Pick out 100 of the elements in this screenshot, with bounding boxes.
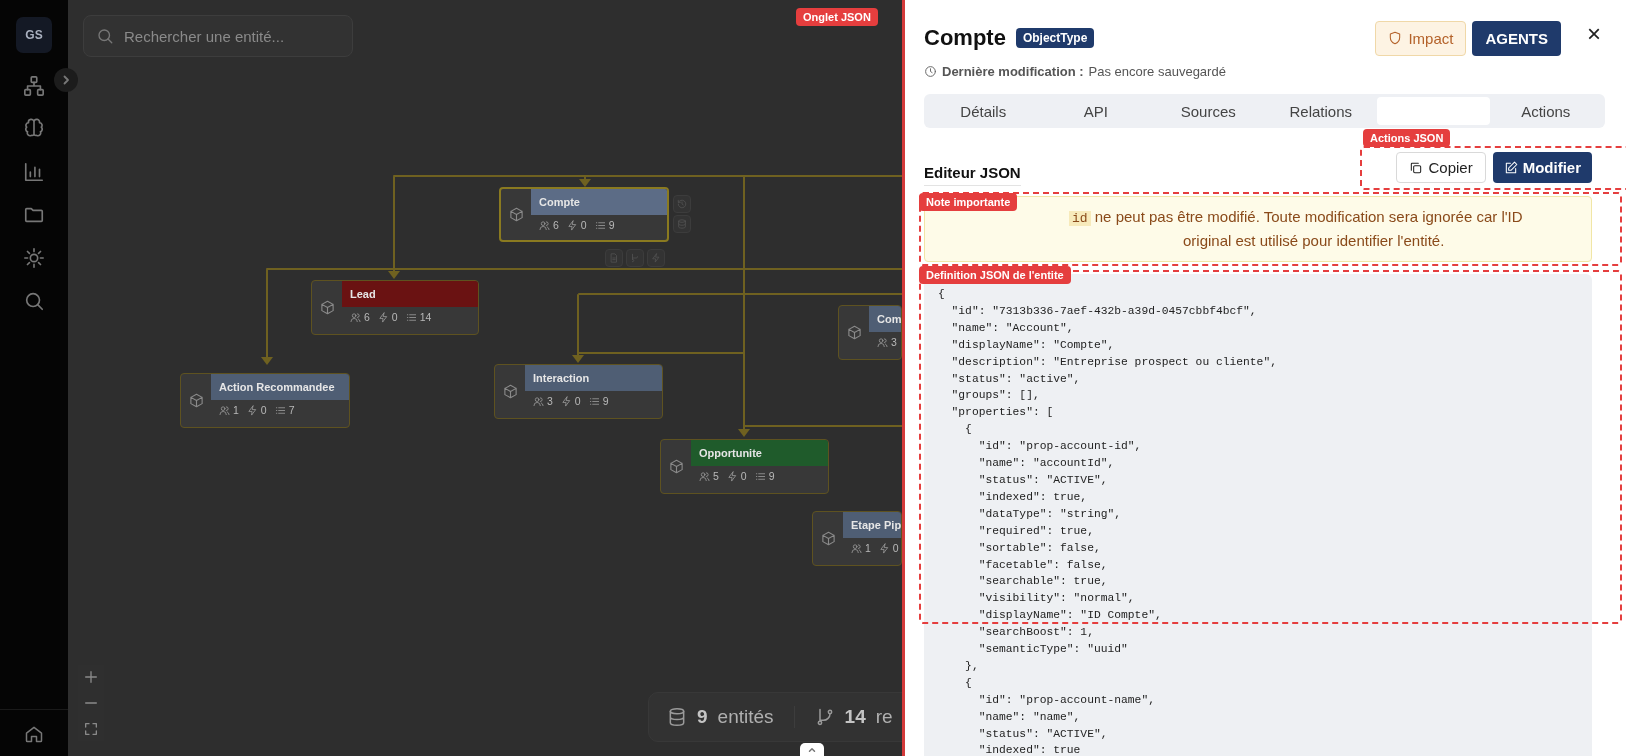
users-icon bbox=[350, 311, 361, 323]
tab[interactable]: API bbox=[1039, 97, 1152, 125]
metric-value: 9 bbox=[768, 470, 775, 482]
metric-value: 14 bbox=[419, 311, 432, 323]
code-line: "sortable": false, bbox=[977, 540, 1102, 556]
home-icon[interactable] bbox=[24, 724, 44, 744]
metric-value: 3 bbox=[891, 336, 897, 348]
users-icon bbox=[699, 470, 710, 482]
tour-badge: Note importante bbox=[919, 193, 1018, 211]
node-header: Lead bbox=[342, 281, 478, 307]
entity-node[interactable]: Lead 6 0 14 bbox=[311, 280, 479, 335]
bolt-icon bbox=[560, 395, 572, 407]
list-icon bbox=[754, 470, 766, 482]
code-line: { bbox=[964, 675, 973, 691]
metric-value: 9 bbox=[608, 219, 615, 231]
entity-node[interactable]: Compte 6 0 9 bbox=[499, 187, 669, 242]
tab[interactable]: Sources bbox=[1152, 97, 1265, 125]
metric-value: 1 bbox=[233, 404, 239, 416]
metric-value: 0 bbox=[740, 470, 747, 482]
cube-icon bbox=[846, 325, 862, 340]
metric-value: 9 bbox=[602, 395, 609, 407]
code-line: "displayName": "ID Compte", bbox=[977, 608, 1163, 624]
code-line: "semanticType": "uuid" bbox=[977, 642, 1129, 658]
code-line: "indexed": true bbox=[977, 743, 1082, 756]
stat-count: 14 bbox=[844, 706, 866, 728]
tab[interactable]: Détails bbox=[927, 97, 1040, 125]
zoom-in-icon[interactable] bbox=[83, 669, 99, 685]
code-line: "searchable": true, bbox=[977, 574, 1109, 590]
code-line: "name": "accountId", bbox=[977, 456, 1116, 472]
cube-icon bbox=[668, 459, 684, 474]
bolt-icon bbox=[726, 470, 738, 482]
bolt-icon bbox=[377, 311, 389, 323]
code-line: "groups": [], bbox=[950, 388, 1041, 404]
tour-badge: Onglet JSON bbox=[796, 8, 878, 26]
node-header: Opportunite bbox=[691, 440, 828, 466]
cube-icon bbox=[319, 300, 335, 315]
code-line: "displayName": "Compte", bbox=[950, 337, 1116, 353]
bar-chart-icon[interactable] bbox=[23, 161, 45, 183]
type-badge: ObjectType bbox=[1015, 28, 1095, 48]
agents-button[interactable]: AGENTS bbox=[1472, 20, 1561, 56]
entity-node[interactable]: Com 3 bbox=[838, 305, 902, 360]
tab[interactable]: Relations bbox=[1264, 97, 1377, 125]
editor-title: Editeur JSON bbox=[924, 157, 1021, 186]
metric-value: 0 bbox=[892, 542, 899, 554]
node-header: Action Recommandee bbox=[211, 374, 349, 400]
entity-node[interactable]: Opportunite 5 0 9 bbox=[660, 439, 829, 494]
metric-value: 5 bbox=[713, 470, 719, 482]
settings-icon[interactable] bbox=[23, 247, 45, 269]
expand-up-button[interactable] bbox=[800, 743, 824, 756]
bolt-icon bbox=[566, 219, 578, 231]
tab[interactable]: Actions bbox=[1489, 97, 1602, 125]
close-button[interactable]: × bbox=[1583, 22, 1605, 46]
code-line: "dataType": "string", bbox=[977, 506, 1123, 522]
code-line: "searchBoost": 1, bbox=[977, 625, 1095, 641]
bolt-icon bbox=[878, 542, 890, 554]
code-line: "facetable": false, bbox=[977, 557, 1109, 573]
cube-icon bbox=[820, 531, 836, 546]
shield-icon bbox=[1388, 31, 1403, 45]
metric-value: 1 bbox=[865, 542, 871, 554]
search-icon bbox=[96, 27, 114, 45]
code-line: "name": "name", bbox=[977, 709, 1082, 725]
code-line: "status": "ACTIVE", bbox=[977, 472, 1109, 488]
impact-button[interactable]: Impact bbox=[1375, 20, 1467, 56]
code-line: "status": "active", bbox=[950, 371, 1082, 387]
cube-icon bbox=[508, 207, 524, 222]
copy-button[interactable]: Copier bbox=[1396, 152, 1486, 183]
tour-badge: Definition JSON de l'entite bbox=[919, 266, 1071, 284]
edit-icon bbox=[1503, 160, 1518, 175]
stat-label: re bbox=[875, 706, 893, 728]
stat-label: entités bbox=[717, 706, 774, 728]
metric-value: 6 bbox=[553, 219, 559, 231]
fit-view-icon[interactable] bbox=[83, 721, 99, 737]
avatar[interactable]: GS bbox=[16, 17, 52, 53]
node-header: Interaction bbox=[525, 365, 662, 391]
code-line: "visibility": "normal", bbox=[977, 591, 1136, 607]
list-icon bbox=[405, 311, 417, 323]
node-header: Etape Pip bbox=[843, 512, 901, 538]
hierarchy-icon[interactable] bbox=[23, 75, 45, 97]
connector-arrow bbox=[579, 176, 591, 187]
entity-node[interactable]: Etape Pip 1 0 bbox=[812, 511, 902, 566]
stat-count: 9 bbox=[697, 706, 708, 728]
last-modified-label: Dernière modification : bbox=[942, 64, 1084, 79]
code-line: "id": "7313b336-7aef-432b-a39d-0457cbbf4bcf", bbox=[950, 303, 1258, 319]
code-line: { bbox=[964, 422, 973, 438]
search-field[interactable]: Rechercher une entité... bbox=[83, 15, 353, 57]
users-icon bbox=[533, 395, 544, 407]
bolt-icon bbox=[246, 404, 258, 416]
code-line: "properties": [ bbox=[950, 405, 1055, 421]
last-modified-value: Pas encore sauvegardé bbox=[1088, 64, 1226, 79]
cube-icon bbox=[502, 384, 518, 399]
list-icon bbox=[588, 395, 600, 407]
search-icon[interactable] bbox=[23, 290, 45, 312]
database-icon bbox=[667, 707, 687, 727]
entity-node[interactable]: Interaction 3 0 9 bbox=[494, 364, 663, 419]
users-icon bbox=[877, 336, 888, 348]
entity-node[interactable]: Action Recommandee 1 0 7 bbox=[180, 373, 350, 428]
edit-button[interactable]: Modifier bbox=[1492, 152, 1592, 183]
users-icon bbox=[219, 404, 230, 416]
metric-value: 7 bbox=[288, 404, 295, 416]
tour-badge: Actions JSON bbox=[1363, 129, 1451, 147]
